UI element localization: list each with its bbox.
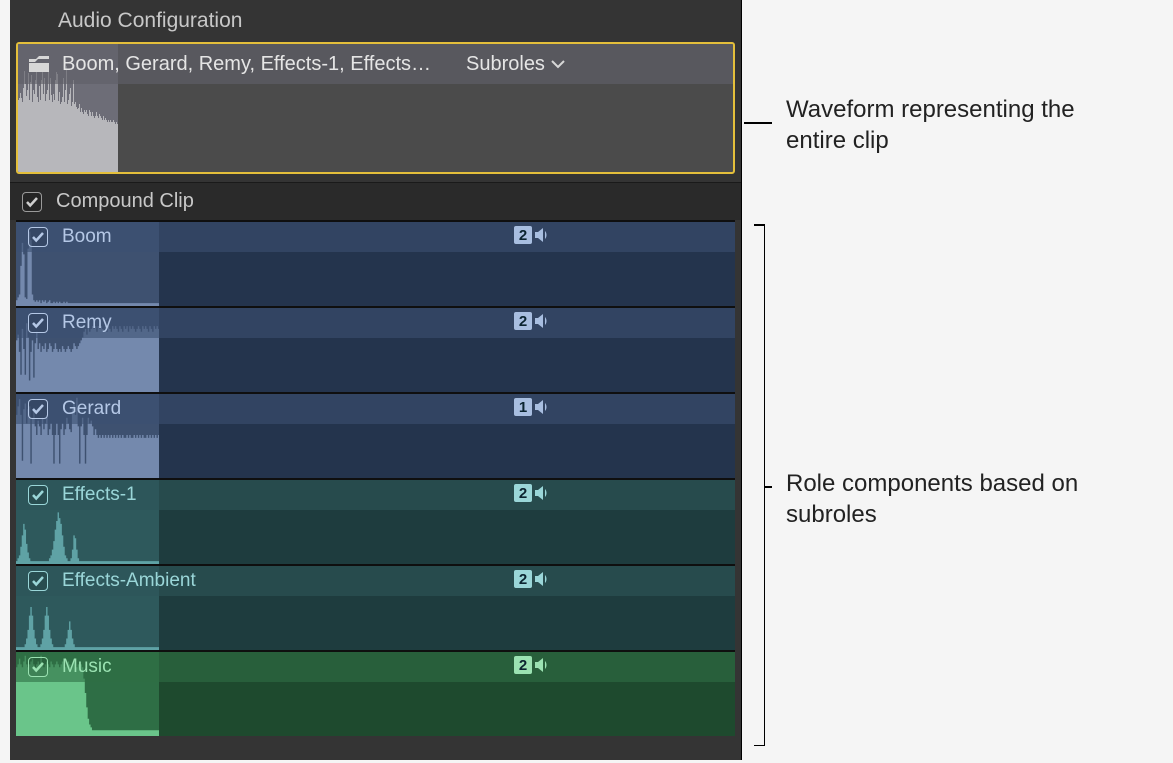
callout-waveform: Waveform representing the entire clip xyxy=(786,94,1136,156)
speaker-icon xyxy=(534,486,550,500)
component-checkbox[interactable] xyxy=(28,313,48,333)
speaker-icon xyxy=(534,228,550,242)
channel-badge[interactable]: 2 xyxy=(514,312,550,330)
channel-count: 1 xyxy=(514,398,532,416)
component-titlebar: Effects-1 xyxy=(16,480,735,510)
channel-count: 2 xyxy=(514,656,532,674)
channel-badge[interactable]: 2 xyxy=(514,484,550,502)
checkmark-icon xyxy=(31,574,45,588)
section-title: Audio Configuration xyxy=(10,0,741,42)
component-label: Remy xyxy=(62,312,112,334)
clip-titlebar: Boom, Gerard, Remy, Effects-1, Effects-A… xyxy=(18,44,733,84)
component-boom[interactable]: Boom 2 xyxy=(16,220,735,306)
channel-badge[interactable]: 2 xyxy=(514,226,550,244)
component-label: Effects-Ambient xyxy=(62,570,196,592)
channel-badge[interactable]: 2 xyxy=(514,656,550,674)
compound-clip-icon xyxy=(28,55,50,73)
channel-count: 2 xyxy=(514,570,532,588)
chevron-down-icon xyxy=(551,59,565,69)
channel-count: 2 xyxy=(514,226,532,244)
component-checkbox[interactable] xyxy=(28,485,48,505)
checkmark-icon xyxy=(31,230,45,244)
compound-clip-label: Compound Clip xyxy=(56,190,194,213)
component-titlebar: Music xyxy=(16,652,735,682)
component-checkbox[interactable] xyxy=(28,399,48,419)
speaker-icon xyxy=(534,400,550,414)
component-remy[interactable]: Remy 2 xyxy=(16,306,735,392)
components-list: Boom2Remy2Gerard1Effects-12Effects-Ambie… xyxy=(16,220,735,760)
component-checkbox[interactable] xyxy=(28,227,48,247)
component-label: Music xyxy=(62,656,112,678)
speaker-icon xyxy=(534,658,550,672)
speaker-icon xyxy=(534,572,550,586)
checkmark-icon xyxy=(31,660,45,674)
checkmark-icon xyxy=(31,402,45,416)
component-gerard[interactable]: Gerard 1 xyxy=(16,392,735,478)
compound-clip-row: Compound Clip xyxy=(10,182,741,220)
speaker-icon xyxy=(534,314,550,328)
channel-count: 2 xyxy=(514,312,532,330)
checkmark-icon xyxy=(25,195,39,209)
audio-config-panel: Audio Configuration Boom, Gerard, Remy, … xyxy=(10,0,742,760)
channel-count: 2 xyxy=(514,484,532,502)
clip-waveform-area[interactable]: Boom, Gerard, Remy, Effects-1, Effects-A… xyxy=(16,42,735,174)
component-checkbox[interactable] xyxy=(28,571,48,591)
compound-clip-checkbox[interactable] xyxy=(22,192,42,212)
component-label: Gerard xyxy=(62,398,121,420)
clip-name: Boom, Gerard, Remy, Effects-1, Effects-A… xyxy=(62,53,432,76)
subroles-label: Subroles xyxy=(466,53,545,76)
component-titlebar: Effects-Ambient xyxy=(16,566,735,596)
component-label: Boom xyxy=(62,226,112,248)
component-label: Effects-1 xyxy=(62,484,137,506)
component-titlebar: Remy xyxy=(16,308,735,338)
channel-badge[interactable]: 1 xyxy=(514,398,550,416)
channel-badge[interactable]: 2 xyxy=(514,570,550,588)
component-effects-1[interactable]: Effects-1 2 xyxy=(16,478,735,564)
checkmark-icon xyxy=(31,316,45,330)
subroles-dropdown[interactable]: Subroles xyxy=(466,53,565,76)
component-titlebar: Boom xyxy=(16,222,735,252)
callout-components: Role components based on subroles xyxy=(786,468,1136,530)
checkmark-icon xyxy=(31,488,45,502)
component-music[interactable]: Music 2 xyxy=(16,650,735,736)
component-titlebar: Gerard xyxy=(16,394,735,424)
component-effects-ambient[interactable]: Effects-Ambient 2 xyxy=(16,564,735,650)
component-checkbox[interactable] xyxy=(28,657,48,677)
